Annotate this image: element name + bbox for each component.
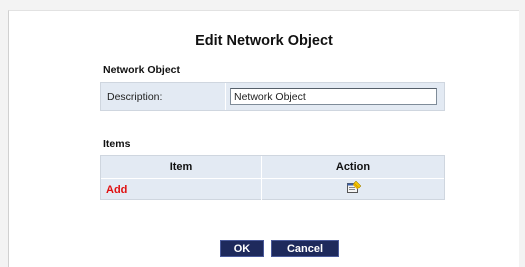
network-object-section-title: Network Object [103,64,181,76]
cancel-button[interactable]: Cancel [271,240,339,257]
ok-button[interactable]: OK [220,240,264,257]
dialog-panel: Edit Network Object Network Object Descr… [8,10,519,267]
row-divider [225,83,226,110]
column-separator [261,179,262,200]
description-row: Description: [100,82,445,111]
column-header-action: Action [335,161,371,173]
description-label: Description: [107,91,163,103]
page-title: Edit Network Object [195,33,333,49]
add-edit-icon[interactable] [347,180,362,194]
items-table-header: Item Action [101,156,444,178]
items-table: Item Action Add [100,155,445,200]
add-item-link[interactable]: Add [106,184,127,196]
table-row: Add [101,178,444,200]
description-input[interactable] [230,88,437,105]
column-header-item: Item [169,161,193,173]
items-section-title: Items [103,138,131,150]
